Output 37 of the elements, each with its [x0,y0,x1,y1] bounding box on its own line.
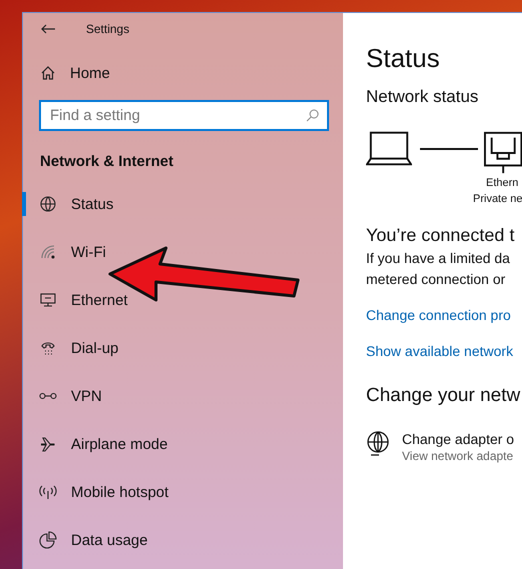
nav-item[interactable]: VPN [23,372,108,420]
window-title: Settings [86,22,130,36]
home-icon [40,65,56,81]
link-icon [39,392,57,400]
nav-item[interactable]: Wi-Fi [23,228,112,276]
monitor-icon [39,291,57,309]
connection-heading: You’re connected t [366,225,516,246]
ethernet-port-icon [484,131,522,175]
home-link[interactable]: Home [40,61,110,85]
globe-icon [366,431,390,457]
section-heading: Network & Internet [40,153,174,170]
option-link[interactable]: Change adapter o [402,431,514,447]
nav-item[interactable]: Mobile hotspot [23,468,175,516]
nav-item[interactable]: Airplane mode [23,420,174,468]
description-text: If you have a limited da [366,249,511,268]
nav-item[interactable]: Dial-up [23,324,125,372]
network-label: Ethern [485,176,520,191]
nav-item[interactable]: Status [23,180,120,228]
settings-link[interactable]: Change connection pro [366,307,511,323]
network-type-label: Private ne [473,192,522,207]
page-title: Status [366,42,441,75]
laptop-icon [366,131,412,167]
section-heading: Network status [366,87,480,107]
airplane-icon [39,435,57,453]
description-text: metered connection or [366,270,506,289]
section-heading: Change your netw [366,385,522,407]
search-icon [306,109,319,122]
search-field[interactable]: Find a setting [39,100,329,131]
nav-item[interactable]: Ethernet [23,276,134,324]
nav-item[interactable]: Data usage [23,516,154,564]
settings-link[interactable]: Show available network [366,343,514,359]
pie-chart-icon [39,531,57,549]
globe-icon [39,195,57,213]
back-icon[interactable] [41,24,55,34]
antenna-icon [39,483,57,501]
option-description: View network adapte [402,449,514,463]
wifi-icon [39,243,57,261]
